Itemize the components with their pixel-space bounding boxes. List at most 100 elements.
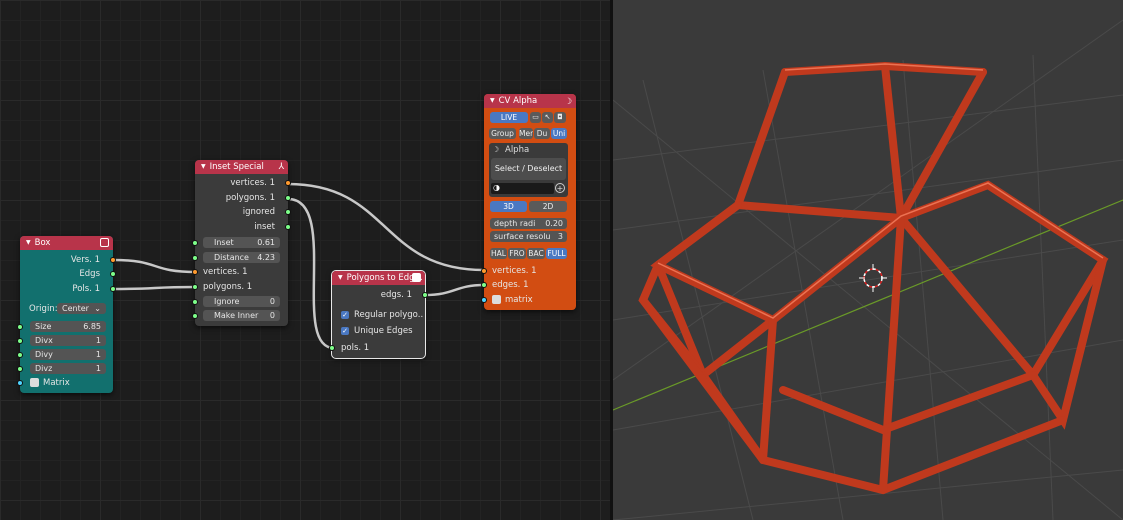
uni-button[interactable]: Uni [551,128,567,139]
box-title: Box [34,238,51,248]
unique-edges-label: Unique Edges [354,326,413,336]
pointer-icon[interactable]: ↖ [542,112,553,123]
camera-icon[interactable]: ◘ [554,112,566,123]
make-inner-field[interactable]: Make Inner 0 [203,310,280,321]
box-output-pols: Pols. 1 [72,284,100,294]
origin-dropdown[interactable]: Center ⌄ [57,303,106,314]
node-icon [412,273,421,282]
color-swatch[interactable]: ◑ [491,183,554,194]
3d-viewport[interactable] [613,0,1123,520]
inset-output-polygons: polygons. 1 [225,193,275,203]
origin-label: Origin: [29,304,58,314]
cv-input-vertices: vertices. 1 [492,266,537,276]
moon-icon: ☽ [564,97,572,107]
group-button[interactable]: Group [489,128,516,139]
box-output-vers: Vers. 1 [70,255,100,265]
inset-output-vertices: vertices. 1 [230,178,275,188]
p2e-node-header[interactable]: ▼ Polygons to Edg... [332,271,425,285]
link-edgs-to-edges [424,283,485,297]
matrix-icon [30,378,39,387]
inset-node-header[interactable]: ▼ Inset Special ⅄ [195,160,288,174]
mer-button[interactable]: Mer [519,128,533,139]
cv-input-matrix: matrix [505,295,533,305]
box-pols-socket[interactable] [110,286,116,292]
unique-edges-checkbox[interactable]: ✓ [341,327,349,335]
cv-edges-socket[interactable] [481,282,487,288]
matrix-socket[interactable] [17,380,23,386]
collapse-icon[interactable]: ▼ [490,94,495,108]
link-vertices-to-cv [287,182,485,272]
hal-button[interactable]: HAL [490,248,507,259]
display-icon[interactable]: ▭ [530,112,541,123]
cv-alpha-node[interactable]: ▼ CV Alpha ☽ LIVE ▭ ↖ ◘ Group Mer Du Uni … [481,94,576,310]
divy-socket[interactable] [17,352,23,358]
ignore-field[interactable]: Ignore 0 [203,296,280,307]
node-editor[interactable]: ▼ Box Vers. 1 Edgs Pols. 1 Origin: Center… [0,0,610,520]
divx-field[interactable]: Divx 1 [30,335,106,346]
distance-field[interactable]: Distance 4.23 [203,252,280,263]
collapse-icon[interactable]: ▼ [338,271,343,285]
inset-polygons-out-socket[interactable] [285,195,291,201]
inset-field[interactable]: Inset 0.61 [203,237,280,248]
moon-icon: ☽ [492,145,500,154]
chevron-down-icon: ⌄ [94,304,101,313]
regular-polygons-checkbox[interactable]: ✓ [341,311,349,319]
inset-node-icon: ⅄ [278,162,285,172]
wireframe-mesh [638,61,1109,495]
regular-polygons-label: Regular polygo.. [354,310,424,320]
inset-polygons-in-socket[interactable] [192,284,198,290]
inset-vertices-in-socket[interactable] [192,269,198,275]
inset-vertices-out-socket[interactable] [285,180,291,186]
select-deselect-button[interactable]: Select / Deselect [491,158,566,180]
link-pols-to-polygons [113,285,197,291]
fro-button[interactable]: FRO [508,248,526,259]
collapse-icon[interactable]: ▼ [26,236,31,250]
polygons-to-edges-node[interactable]: ▼ Polygons to Edg... edgs. 1 ✓ Regular po… [329,270,428,359]
divx-socket[interactable] [17,338,23,344]
inset-ignored-out-socket[interactable] [285,209,291,215]
alpha-panel: ☽ Alpha Select / Deselect ◑ + [489,143,568,197]
cv-title: CV Alpha [498,96,538,106]
full-button[interactable]: FULL [546,248,567,259]
divy-field[interactable]: Divy 1 [30,349,106,360]
cv-vertices-socket[interactable] [481,268,487,274]
viewport-scene [613,19,1123,520]
3d-cursor[interactable] [859,264,887,292]
inset-output-inset: inset [254,222,275,232]
box-edgs-socket[interactable] [110,271,116,277]
bac-button[interactable]: BAC [527,248,545,259]
inset-special-node[interactable]: ▼ Inset Special ⅄ vertices. 1 polygons. 1… [192,160,291,326]
matrix-label: Matrix [43,378,70,388]
inset-in-socket[interactable] [192,240,198,246]
size-field[interactable]: Size 6.85 [30,321,106,332]
p2e-pols-socket[interactable] [329,345,335,351]
mode-2d-button[interactable]: 2D [529,201,567,212]
link-vers-to-vertices [113,258,197,274]
p2e-edgs-socket[interactable] [422,292,428,298]
alpha-label: Alpha [505,145,530,155]
du-button[interactable]: Du [534,128,550,139]
mode-3d-button[interactable]: 3D [490,201,527,212]
cv-matrix-socket[interactable] [481,297,487,303]
p2e-output-edgs: edgs. 1 [380,290,412,300]
divz-field[interactable]: Divz 1 [30,363,106,374]
divz-socket[interactable] [17,366,23,372]
p2e-input-pols: pols. 1 [341,343,370,353]
inset-input-vertices: vertices. 1 [203,267,248,277]
ignore-in-socket[interactable] [192,299,198,305]
distance-in-socket[interactable] [192,255,198,261]
matrix-icon [492,295,501,304]
inset-output-ignored: ignored [242,207,275,217]
make-inner-in-socket[interactable] [192,313,198,319]
box-vers-socket[interactable] [110,257,116,263]
surface-resolution-field[interactable]: surface resolu 3 [490,231,567,242]
live-button[interactable]: LIVE [490,112,528,123]
add-icon[interactable]: + [555,183,565,193]
size-socket[interactable] [17,324,23,330]
box-node-header[interactable]: ▼ Box [20,236,113,250]
inset-inset-out-socket[interactable] [285,224,291,230]
cv-node-header[interactable]: ▼ CV Alpha ☽ [484,94,576,108]
collapse-icon[interactable]: ▼ [201,160,206,174]
depth-radius-field[interactable]: depth radi 0.20 [490,218,567,229]
box-node[interactable]: ▼ Box Vers. 1 Edgs Pols. 1 Origin: Center… [17,236,116,393]
